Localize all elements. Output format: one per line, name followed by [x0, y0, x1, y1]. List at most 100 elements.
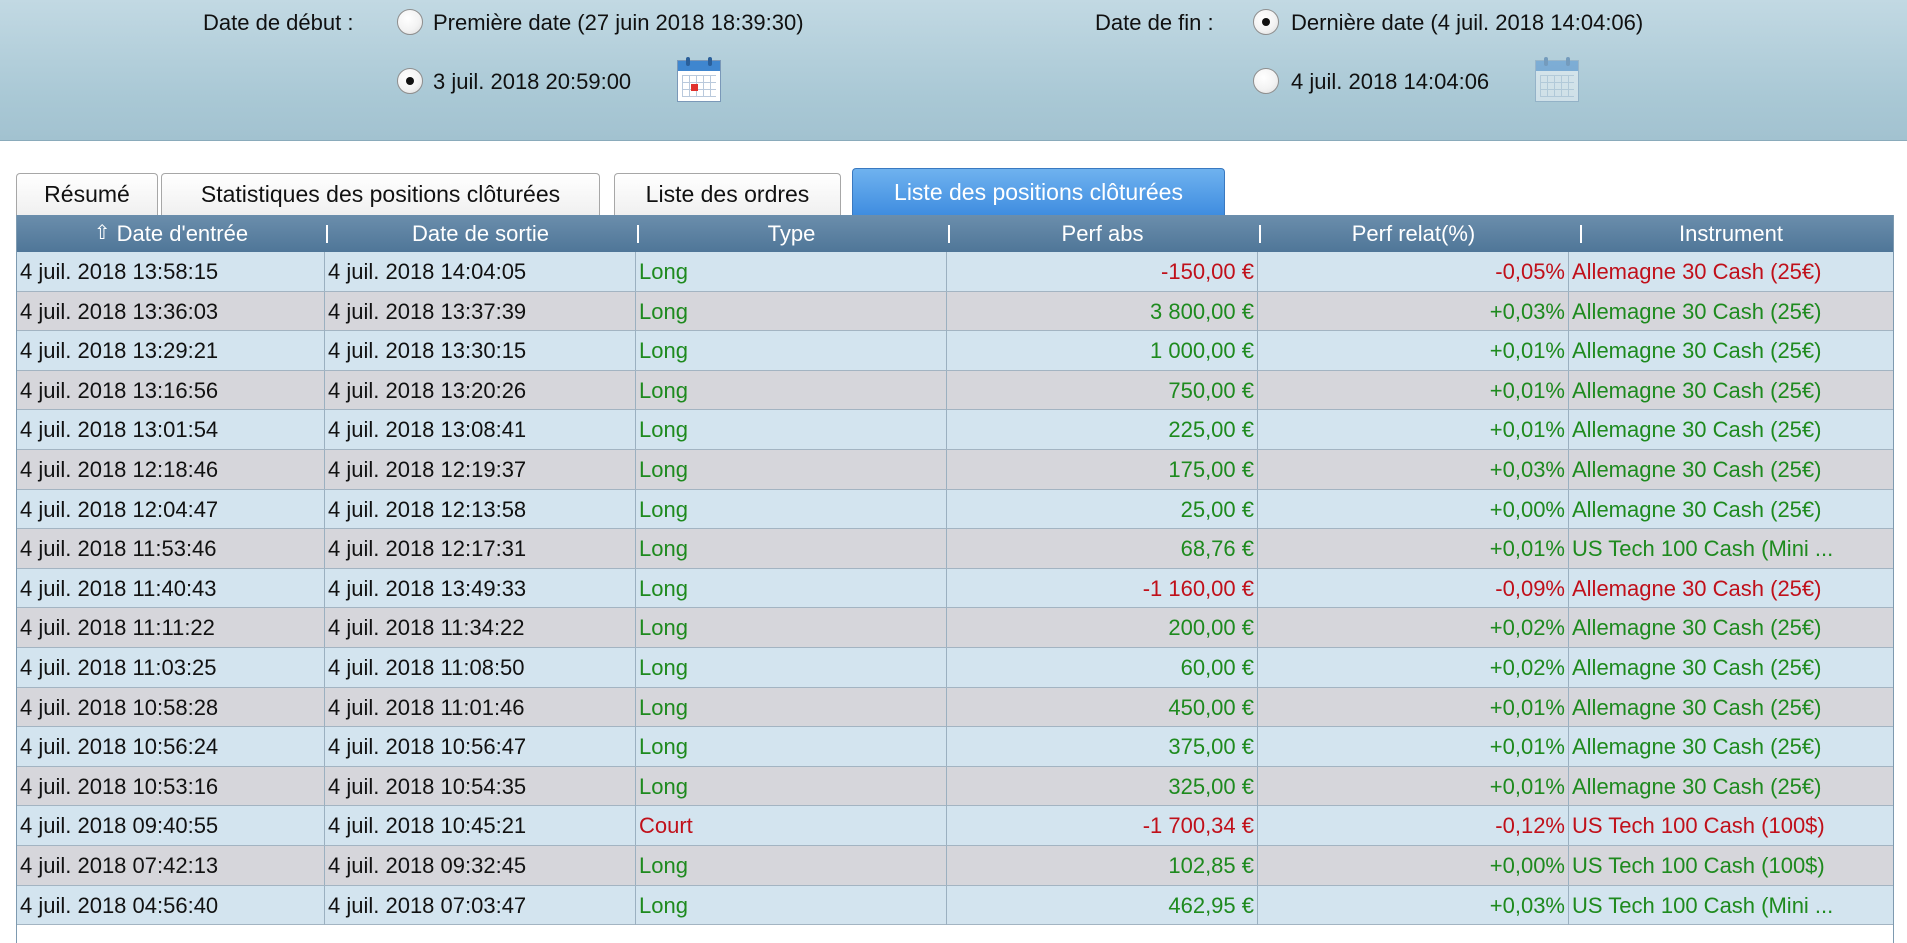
cell-entry-date: 4 juil. 2018 11:11:22	[17, 608, 325, 648]
tab-closed-positions-stats[interactable]: Statistiques des positions clôturées	[161, 173, 600, 215]
cell-perf-abs: 3 800,00 €	[947, 291, 1258, 331]
tab-orders-list[interactable]: Liste des ordres	[614, 173, 841, 215]
table-row[interactable]: 4 juil. 2018 10:53:16 4 juil. 2018 10:54:…	[17, 766, 1893, 807]
cell-exit-date: 4 juil. 2018 13:20:26	[325, 370, 636, 410]
cell-instrument: US Tech 100 Cash (100$)	[1572, 852, 1825, 878]
cell-entry-date: 4 juil. 2018 13:01:54	[17, 410, 325, 450]
table-row[interactable]: 4 juil. 2018 09:40:55 4 juil. 2018 10:45:…	[17, 806, 1893, 846]
column-header-instrument[interactable]: Instrument	[1569, 215, 1893, 252]
cell-exit-date: 4 juil. 2018 09:32:45	[325, 845, 636, 885]
table-row[interactable]: 4 juil. 2018 11:11:22 4 juil. 2018 11:34:…	[17, 608, 1893, 648]
cell-type: Long	[636, 252, 947, 291]
cell-perf-abs: 175,00 €	[947, 449, 1258, 489]
table-row[interactable]: 4 juil. 2018 13:36:03 4 juil. 2018 13:37:…	[17, 291, 1893, 332]
cell-perf-relat: +0,03%	[1258, 449, 1569, 489]
cell-perf-relat: -0,09%	[1258, 568, 1569, 608]
cell-perf-relat: -0,05%	[1258, 252, 1569, 291]
cell-type: Long	[636, 647, 947, 687]
table-row[interactable]: 4 juil. 2018 13:16:56 4 juil. 2018 13:20:…	[17, 370, 1893, 411]
column-header-exit-date[interactable]: Date de sortie	[325, 215, 636, 252]
cell-type: Long	[636, 727, 947, 767]
cell-exit-date: 4 juil. 2018 10:54:35	[325, 766, 636, 806]
table-row[interactable]: 4 juil. 2018 11:53:46 4 juil. 2018 12:17:…	[17, 529, 1893, 569]
cell-type: Long	[636, 529, 947, 569]
tab-resume[interactable]: Résumé	[16, 173, 158, 215]
table-row[interactable]: 4 juil. 2018 13:58:15 4 juil. 2018 14:04:…	[17, 252, 1893, 292]
column-header-entry-date[interactable]: ⇧ Date d'entrée	[17, 215, 325, 252]
cell-entry-date: 4 juil. 2018 12:04:47	[17, 489, 325, 529]
cell-exit-date: 4 juil. 2018 10:56:47	[325, 727, 636, 767]
table-body: 4 juil. 2018 13:58:15 4 juil. 2018 14:04:…	[17, 252, 1893, 926]
column-header-type[interactable]: Type	[636, 215, 947, 252]
cell-entry-date: 4 juil. 2018 10:53:16	[17, 766, 325, 806]
start-calendar-icon[interactable]	[677, 57, 721, 102]
cell-exit-date: 4 juil. 2018 12:13:58	[325, 489, 636, 529]
cell-type: Long	[636, 608, 947, 648]
column-header-perf-abs[interactable]: Perf abs	[947, 215, 1258, 252]
cell-entry-date: 4 juil. 2018 13:36:03	[17, 291, 325, 331]
table-row[interactable]: 4 juil. 2018 11:03:25 4 juil. 2018 11:08:…	[17, 647, 1893, 688]
cell-instrument: Allemagne 30 Cash (25€)	[1572, 575, 1822, 601]
date-filter-panel: Date de début : Première date (27 juin 2…	[0, 0, 1907, 141]
cell-entry-date: 4 juil. 2018 09:40:55	[17, 806, 325, 846]
cell-perf-relat: +0,02%	[1258, 608, 1569, 648]
end-last-date-radio[interactable]	[1253, 9, 1279, 35]
cell-entry-date: 4 juil. 2018 13:29:21	[17, 331, 325, 371]
cell-exit-date: 4 juil. 2018 13:08:41	[325, 410, 636, 450]
column-header-perf-relat[interactable]: Perf relat(%)	[1258, 215, 1569, 252]
cell-type: Long	[636, 845, 947, 885]
cell-instrument: Allemagne 30 Cash (25€)	[1572, 417, 1822, 443]
table-row[interactable]: 4 juil. 2018 04:56:40 4 juil. 2018 07:03:…	[17, 885, 1893, 926]
cell-entry-date: 4 juil. 2018 11:40:43	[17, 568, 325, 608]
cell-type: Long	[636, 291, 947, 331]
cell-entry-date: 4 juil. 2018 13:16:56	[17, 370, 325, 410]
start-first-date-label[interactable]: Première date (27 juin 2018 18:39:30)	[433, 10, 804, 36]
cell-perf-abs: -150,00 €	[947, 252, 1258, 291]
cell-entry-date: 4 juil. 2018 11:03:25	[17, 647, 325, 687]
cell-type: Long	[636, 885, 947, 925]
cell-perf-abs: -1 700,34 €	[947, 806, 1258, 846]
cell-perf-abs: 462,95 €	[947, 885, 1258, 925]
cell-perf-relat: +0,02%	[1258, 647, 1569, 687]
cell-exit-date: 4 juil. 2018 07:03:47	[325, 885, 636, 925]
cell-entry-date: 4 juil. 2018 07:42:13	[17, 845, 325, 885]
cell-instrument: Allemagne 30 Cash (25€)	[1572, 456, 1822, 482]
end-custom-date-value[interactable]: 4 juil. 2018 14:04:06	[1291, 69, 1489, 95]
table-row[interactable]: 4 juil. 2018 07:42:13 4 juil. 2018 09:32:…	[17, 845, 1893, 886]
table-row[interactable]: 4 juil. 2018 13:01:54 4 juil. 2018 13:08:…	[17, 410, 1893, 450]
cell-type: Long	[636, 687, 947, 727]
end-custom-date-radio[interactable]	[1253, 68, 1279, 94]
table-row[interactable]: 4 juil. 2018 13:29:21 4 juil. 2018 13:30:…	[17, 331, 1893, 371]
cell-type: Long	[636, 370, 947, 410]
cell-exit-date: 4 juil. 2018 14:04:05	[325, 252, 636, 291]
start-custom-date-value[interactable]: 3 juil. 2018 20:59:00	[433, 69, 631, 95]
table-row[interactable]: 4 juil. 2018 12:18:46 4 juil. 2018 12:19:…	[17, 449, 1893, 490]
table-row[interactable]: 4 juil. 2018 12:04:47 4 juil. 2018 12:13:…	[17, 489, 1893, 530]
closed-positions-table: ⇧ Date d'entrée Date de sortie Type Perf …	[16, 215, 1894, 943]
cell-instrument: Allemagne 30 Cash (25€)	[1572, 496, 1822, 522]
cell-perf-abs: 60,00 €	[947, 647, 1258, 687]
cell-instrument: Allemagne 30 Cash (25€)	[1572, 654, 1822, 680]
cell-entry-date: 4 juil. 2018 10:56:24	[17, 727, 325, 767]
cell-type: Long	[636, 766, 947, 806]
cell-perf-abs: 450,00 €	[947, 687, 1258, 727]
cell-perf-abs: 1 000,00 €	[947, 331, 1258, 371]
table-row[interactable]: 4 juil. 2018 10:58:28 4 juil. 2018 11:01:…	[17, 687, 1893, 728]
start-custom-date-radio[interactable]	[397, 68, 423, 94]
cell-type: Court	[636, 806, 947, 846]
table-row[interactable]: 4 juil. 2018 11:40:43 4 juil. 2018 13:49:…	[17, 568, 1893, 609]
cell-perf-abs: 225,00 €	[947, 410, 1258, 450]
cell-instrument: US Tech 100 Cash (100$)	[1572, 813, 1825, 839]
tab-closed-positions-list[interactable]: Liste des positions clôturées	[852, 168, 1225, 215]
cell-exit-date: 4 juil. 2018 12:17:31	[325, 529, 636, 569]
end-calendar-icon[interactable]	[1535, 57, 1579, 102]
table-row[interactable]: 4 juil. 2018 10:56:24 4 juil. 2018 10:56:…	[17, 727, 1893, 767]
cell-instrument: Allemagne 30 Cash (25€)	[1572, 377, 1822, 403]
end-last-date-label[interactable]: Dernière date (4 juil. 2018 14:04:06)	[1291, 10, 1643, 36]
cell-perf-relat: +0,00%	[1258, 489, 1569, 529]
cell-instrument: Allemagne 30 Cash (25€)	[1572, 734, 1822, 760]
cell-entry-date: 4 juil. 2018 04:56:40	[17, 885, 325, 925]
start-first-date-radio[interactable]	[397, 9, 423, 35]
cell-perf-abs: 25,00 €	[947, 489, 1258, 529]
start-date-label: Date de début :	[203, 10, 354, 35]
